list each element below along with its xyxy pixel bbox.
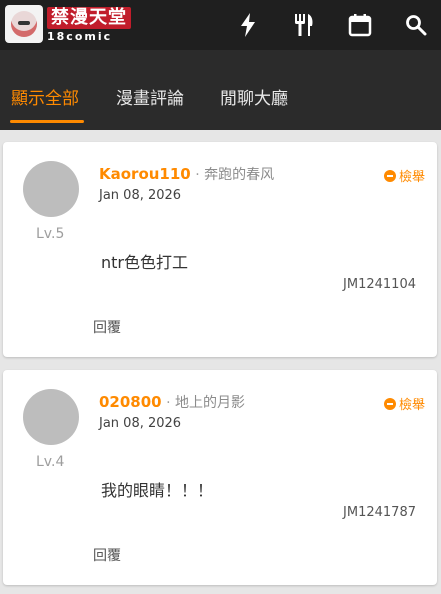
avatar[interactable] — [23, 161, 79, 217]
minus-circle-icon — [383, 169, 396, 182]
calendar-icon[interactable] — [344, 9, 376, 41]
name-separator: · — [195, 167, 200, 183]
active-tab-indicator — [10, 120, 84, 123]
comic-id-link[interactable]: JM1241787 — [343, 505, 416, 520]
minus-circle-icon — [383, 397, 396, 410]
comment-date: Jan 08, 2026 — [99, 188, 182, 203]
comment-header: 020800 · 地上的月影 — [99, 392, 245, 412]
user-level: Lv.4 — [36, 454, 65, 470]
forum-tabs: 顯示全部 漫畫評論 閒聊大廳 — [0, 50, 441, 130]
tab-chat-lobby[interactable]: 閒聊大廳 — [220, 84, 288, 109]
logo-subtitle: 18comic — [47, 29, 113, 43]
comment-text: 我的眼睛！！！ — [101, 481, 214, 500]
avatar[interactable] — [23, 389, 79, 445]
site-logo[interactable]: 禁漫天堂 18comic — [5, 4, 133, 44]
username[interactable]: 020800 — [99, 393, 162, 411]
report-label: 檢舉 — [398, 398, 425, 413]
comment-text: ntr色色打工 — [101, 253, 188, 272]
search-icon[interactable] — [400, 9, 432, 41]
user-nickname: 奔跑的春风 — [204, 167, 275, 183]
fork-knife-icon[interactable] — [288, 9, 320, 41]
report-button[interactable]: 檢舉 — [383, 394, 425, 413]
reply-button[interactable]: 回覆 — [93, 545, 121, 565]
lightning-icon[interactable] — [232, 9, 264, 41]
logo-title: 禁漫天堂 — [47, 6, 131, 29]
logo-text: 禁漫天堂 18comic — [47, 6, 131, 43]
top-app-bar: 禁漫天堂 18comic — [0, 0, 441, 50]
name-separator: · — [166, 395, 171, 411]
report-button[interactable]: 檢舉 — [383, 166, 425, 185]
comic-id-link[interactable]: JM1241104 — [343, 277, 416, 292]
comment-header: Kaorou110 · 奔跑的春风 — [99, 164, 274, 184]
user-level: Lv.5 — [36, 226, 65, 242]
tab-show-all[interactable]: 顯示全部 — [11, 84, 79, 109]
reply-button[interactable]: 回覆 — [93, 317, 121, 337]
comment-card: Lv.5 Kaorou110 · 奔跑的春风 Jan 08, 2026 檢舉 n… — [3, 142, 437, 357]
username[interactable]: Kaorou110 — [99, 165, 191, 183]
tab-comic-reviews[interactable]: 漫畫評論 — [116, 84, 184, 109]
comment-date: Jan 08, 2026 — [99, 416, 182, 431]
comment-card: Lv.4 020800 · 地上的月影 Jan 08, 2026 檢舉 我的眼睛… — [3, 370, 437, 585]
logo-mascot-icon — [5, 5, 43, 43]
user-nickname: 地上的月影 — [174, 395, 245, 411]
report-label: 檢舉 — [398, 170, 425, 185]
